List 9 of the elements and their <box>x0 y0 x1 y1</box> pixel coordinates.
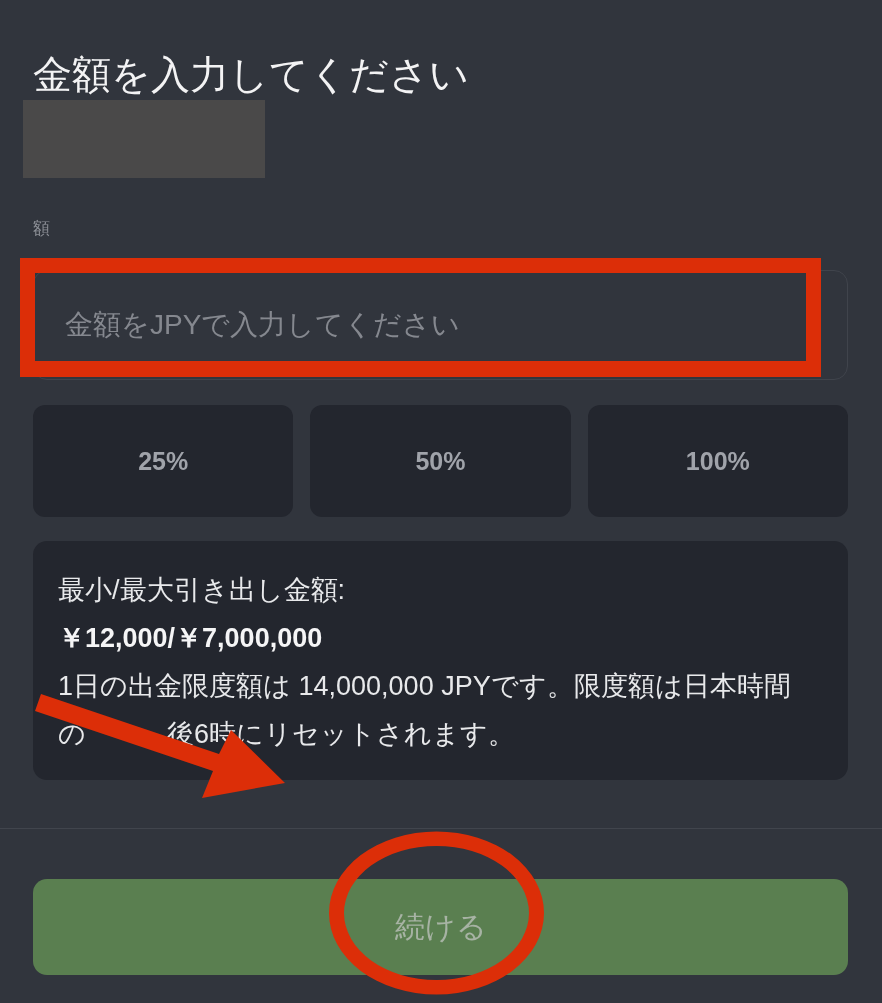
field-label: 額 <box>33 219 50 239</box>
page-title: 金額を入力してください <box>33 52 469 98</box>
limits-label: 最小/最大引き出し金額: <box>58 574 346 607</box>
limits-value: ￥12,000/￥7,000,000 <box>58 622 324 655</box>
percent-button[interactable]: 25% <box>33 405 294 517</box>
percent-button[interactable]: 100% <box>587 405 848 517</box>
limit-note: 1日の出金限度額は 14,000,000 JPYです。限度額は日本時間 <box>58 670 791 703</box>
limit-note: の <box>58 718 86 751</box>
percent-button[interactable]: 50% <box>310 405 571 517</box>
